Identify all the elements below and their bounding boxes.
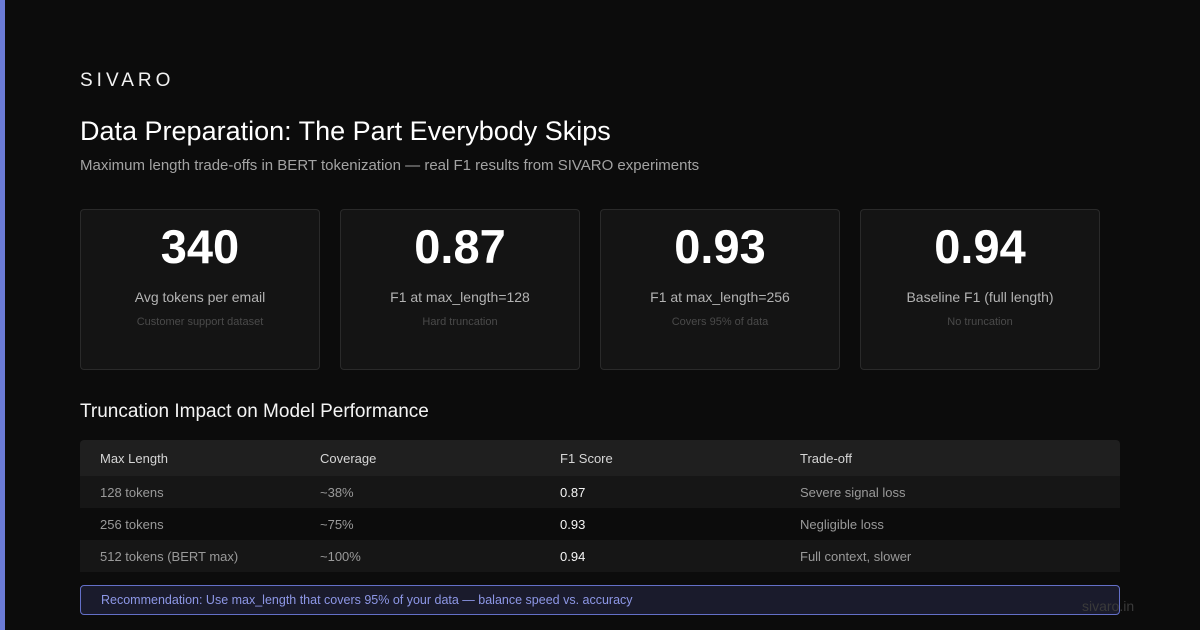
- stat-card-f1-256: 0.93 F1 at max_length=256 Covers 95% of …: [600, 209, 840, 370]
- section-title: Truncation Impact on Model Performance: [80, 401, 429, 422]
- column-header: Trade-off: [800, 450, 853, 466]
- recommendation-callout: Recommendation: Use max_length that cove…: [80, 585, 1120, 615]
- stat-value: 0.93: [674, 220, 766, 273]
- stat-note: Customer support dataset: [136, 316, 264, 328]
- column-header: Coverage: [320, 450, 377, 466]
- stat-cards: 340 Avg tokens per email Customer suppor…: [80, 209, 1100, 370]
- site-domain: sivaro.in: [1082, 598, 1135, 614]
- stat-label: Baseline F1 (full length): [906, 289, 1054, 305]
- page-subtitle: Maximum length trade-offs in BERT tokeni…: [80, 157, 700, 174]
- table-cell: ~38%: [320, 484, 354, 500]
- stat-label: F1 at max_length=256: [650, 289, 790, 305]
- column-header: Max Length: [100, 450, 168, 466]
- table-cell: Severe signal loss: [800, 484, 906, 500]
- accent-bar: [0, 0, 5, 630]
- stat-note: Hard truncation: [422, 316, 498, 328]
- column-header: F1 Score: [560, 450, 613, 466]
- stat-note: Covers 95% of data: [671, 316, 769, 328]
- stat-label: F1 at max_length=128: [390, 289, 530, 305]
- table-cell: 0.93: [560, 516, 586, 532]
- table-row: 512 tokens (BERT max) ~100% 0.94 Full co…: [80, 540, 1120, 572]
- stat-note: No truncation: [947, 316, 1013, 328]
- stat-value: 340: [160, 220, 240, 273]
- slide: SIVARO Data Preparation: The Part Everyb…: [0, 0, 1200, 630]
- table-cell: Negligible loss: [800, 516, 884, 532]
- stat-card-avg-tokens: 340 Avg tokens per email Customer suppor…: [80, 209, 320, 370]
- stat-value: 0.94: [934, 220, 1026, 273]
- table-cell: 0.87: [560, 484, 586, 500]
- table-cell: ~100%: [320, 548, 361, 564]
- table-cell: 512 tokens (BERT max): [100, 548, 239, 564]
- stat-card-baseline-f1: 0.94 Baseline F1 (full length) No trunca…: [860, 209, 1100, 370]
- table-header-row: Max Length Coverage F1 Score Trade-off: [80, 440, 1120, 476]
- table-cell: 256 tokens: [100, 516, 164, 532]
- table-row: 256 tokens ~75% 0.93 Negligible loss: [80, 508, 1120, 540]
- stat-label: Avg tokens per email: [134, 289, 266, 305]
- brand-logo: SIVARO: [80, 70, 175, 91]
- stat-value: 0.87: [414, 220, 506, 273]
- table-cell: 128 tokens: [100, 484, 164, 500]
- table-cell: 0.94: [560, 548, 586, 564]
- table-row: 128 tokens ~38% 0.87 Severe signal loss: [80, 476, 1120, 508]
- table-cell: Full context, slower: [800, 548, 912, 564]
- table-cell: ~75%: [320, 516, 354, 532]
- page-title: Data Preparation: The Part Everybody Ski…: [80, 116, 611, 146]
- stat-card-f1-128: 0.87 F1 at max_length=128 Hard truncatio…: [340, 209, 580, 370]
- truncation-table: Max Length Coverage F1 Score Trade-off 1…: [80, 440, 1120, 572]
